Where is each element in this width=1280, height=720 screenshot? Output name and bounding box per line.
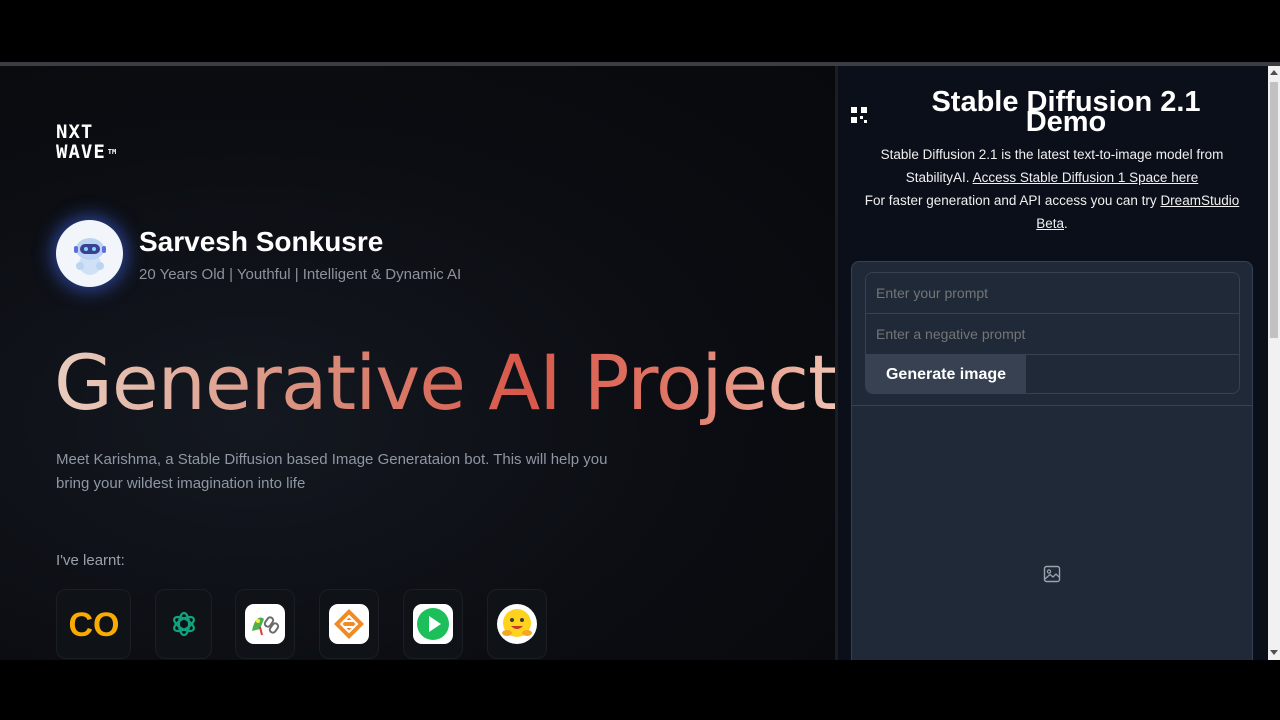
qr-icon — [851, 107, 867, 123]
play-icon — [413, 604, 453, 644]
demo-line-2: For faster generation and API access you… — [864, 193, 1157, 208]
portfolio-pane: NXT WAVE TM Sarvesh Sonkusre 20 Years Old… — [0, 66, 835, 660]
tool-card-stack — [319, 589, 379, 659]
nxtwave-logo: NXT WAVE TM — [56, 122, 116, 162]
demo-title: Stable Diffusion 2.1 Demo — [931, 86, 1201, 138]
window-bottom-bar — [0, 660, 1280, 720]
logo-line-1: NXT — [56, 121, 94, 143]
prompt-group: Generate image — [865, 272, 1240, 394]
openai-icon — [172, 611, 195, 637]
logo-line-2: WAVE — [56, 141, 106, 163]
negative-prompt-input[interactable] — [866, 314, 1239, 355]
window-top-bar — [0, 0, 1280, 62]
tool-card-huggingface — [487, 589, 547, 659]
image-placeholder-icon — [1043, 565, 1061, 583]
tool-card-openai — [155, 589, 212, 659]
demo-description: Stable Diffusion 2.1 is the latest text-… — [856, 143, 1248, 235]
tool-card-langchain — [235, 589, 295, 659]
scroll-up-arrow-icon[interactable] — [1270, 70, 1278, 75]
hero-title: Generative AI Project — [54, 338, 835, 427]
generate-image-button[interactable]: Generate image — [866, 355, 1026, 393]
vertical-scrollbar[interactable] — [1268, 66, 1280, 660]
demo-pane: Stable Diffusion 2.1 Demo Stable Diffusi… — [838, 66, 1268, 660]
prompt-input[interactable] — [866, 273, 1239, 314]
profile-name: Sarvesh Sonkusre — [139, 226, 384, 257]
tool-card-colab: CO — [56, 589, 131, 659]
demo-end: . — [1064, 216, 1068, 231]
logo-trademark: TM — [107, 148, 117, 156]
stack-layers-icon — [329, 604, 369, 644]
scrollbar-thumb[interactable] — [1270, 82, 1278, 338]
avatar — [56, 220, 123, 287]
huggingface-icon — [497, 604, 537, 644]
skills-heading: I've learnt: — [56, 552, 125, 569]
profile-tagline: 20 Years Old | Youthful | Intelligent & … — [139, 266, 462, 283]
generation-card: Generate image — [851, 261, 1253, 660]
langchain-icon — [245, 604, 285, 644]
colab-icon: CO — [68, 606, 119, 642]
colab-label: CO — [68, 606, 119, 642]
tool-card-play — [403, 589, 463, 659]
scroll-down-arrow-icon[interactable] — [1270, 650, 1278, 655]
card-separator — [852, 405, 1252, 406]
robot-icon — [73, 237, 106, 275]
stable-diffusion-1-link[interactable]: Access Stable Diffusion 1 Space here — [973, 170, 1199, 185]
hero-description: Meet Karishma, a Stable Diffusion based … — [56, 451, 608, 492]
